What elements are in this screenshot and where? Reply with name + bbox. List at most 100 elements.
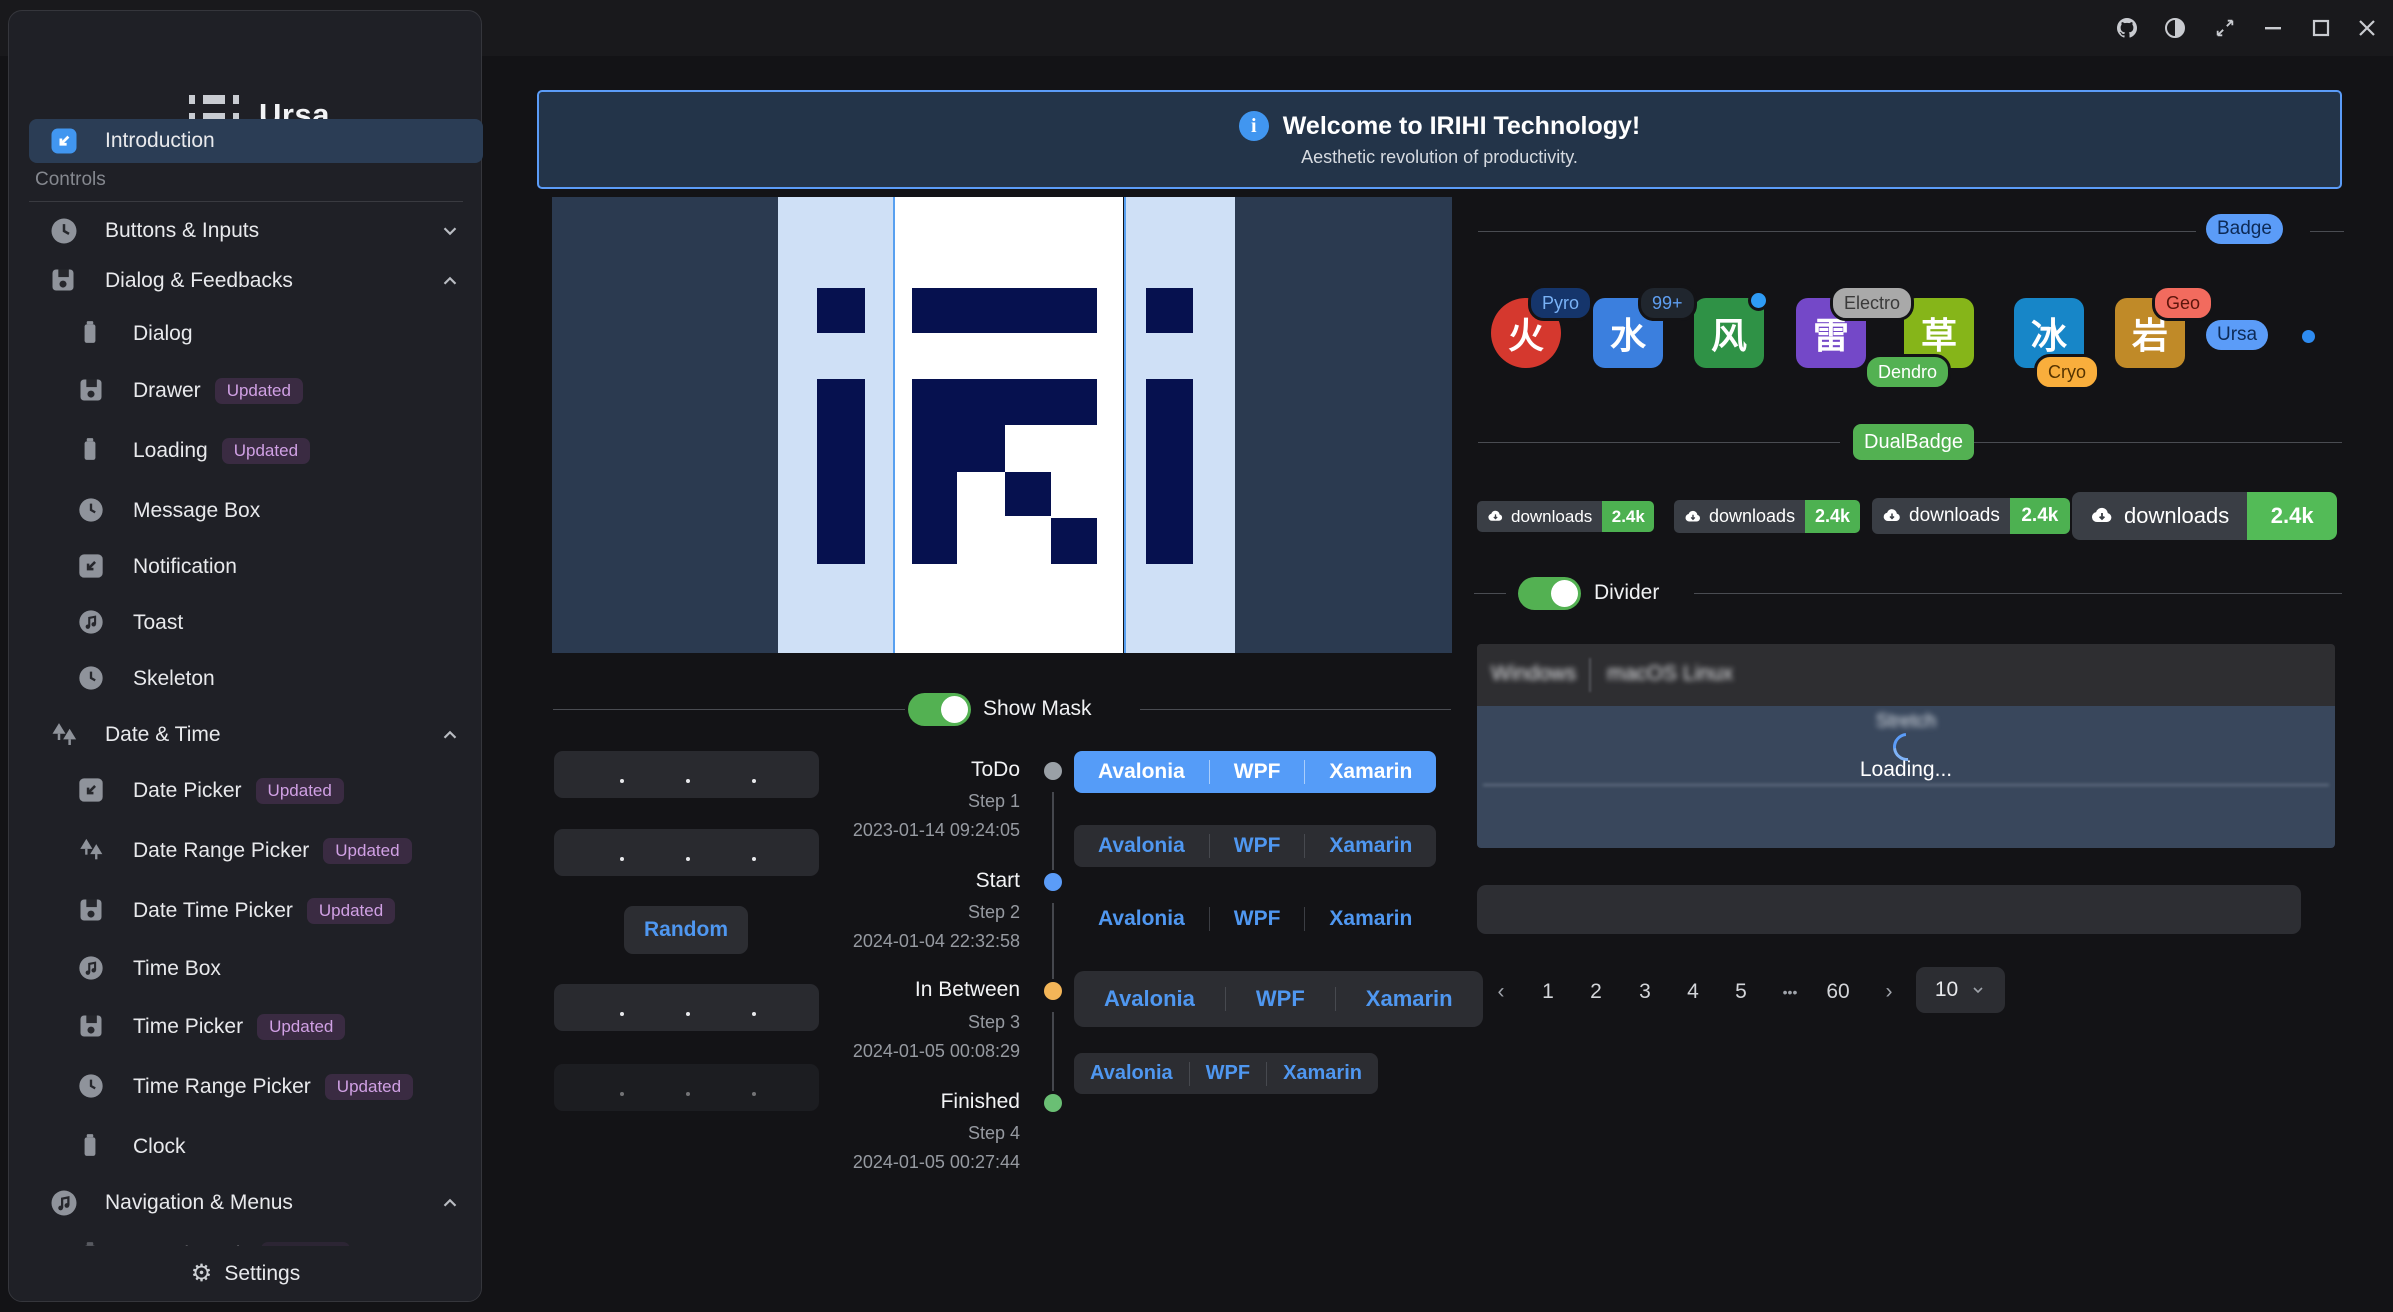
count-badge: 99+ <box>1638 285 1697 321</box>
button-group-borderless: Avalonia WPF Xamarin <box>1074 899 1436 939</box>
floppy-icon <box>77 896 107 926</box>
sidebar-group-dialog-feedbacks[interactable]: Dialog & Feedbacks <box>29 259 483 303</box>
wpf-button[interactable]: WPF <box>1210 760 1305 784</box>
stretch-label: Stretch <box>1477 711 2335 733</box>
tab-windows[interactable]: Windows <box>1491 662 1576 686</box>
avalonia-button[interactable]: Avalonia <box>1074 986 1225 1012</box>
avalonia-button[interactable]: Avalonia <box>1074 834 1209 858</box>
pagination-page-3[interactable]: 3 <box>1631 974 1659 1010</box>
loading-panel: Windows macOS Linux Stretch Loading... <box>1477 644 2335 848</box>
timeline-dot-finished <box>1044 1094 1062 1112</box>
sidebar-item-message-box[interactable]: Message Box <box>29 489 511 533</box>
item-label: Time Box <box>133 957 221 981</box>
xamarin-button[interactable]: Xamarin <box>1267 1062 1378 1085</box>
avalonia-button[interactable]: Avalonia <box>1074 760 1209 784</box>
pagination-page-5[interactable]: 5 <box>1727 974 1755 1010</box>
irihi-logo-image <box>552 197 1452 653</box>
loading-label: Loading... <box>1477 758 2335 782</box>
item-label: Skeleton <box>133 667 215 691</box>
chevron-down-icon <box>1970 982 1986 998</box>
sidebar-group-date-time[interactable]: Date & Time <box>29 713 483 757</box>
theme-toggle-icon[interactable] <box>2160 13 2190 43</box>
clock-icon <box>77 664 107 694</box>
minimize-button[interactable] <box>2258 13 2288 43</box>
pagination-page-1[interactable]: 1 <box>1534 974 1562 1010</box>
downloads-badge-lg: downloads 2.4k <box>1872 498 2070 534</box>
lone-dot-badge <box>2302 330 2315 343</box>
pencil-square-icon <box>49 126 79 156</box>
page-size-select[interactable]: 10 <box>1916 967 2005 1013</box>
timeline-step: Step 4 <box>700 1123 1020 1144</box>
sidebar-item-loading[interactable]: Loading Updated <box>29 429 511 473</box>
sidebar-item-date-range-picker[interactable]: Date Range Picker Updated <box>29 829 511 873</box>
timeline-connector <box>1052 792 1054 870</box>
updated-badge: Updated <box>222 438 310 464</box>
sidebar-item-time-range-picker[interactable]: Time Range Picker Updated <box>29 1065 511 1109</box>
divider-line <box>1140 709 1451 710</box>
pagination-next-button[interactable]: › <box>1876 974 1902 1010</box>
github-icon[interactable] <box>2112 13 2142 43</box>
sidebar-item-notification[interactable]: Notification <box>29 545 511 589</box>
banner-subtitle: Aesthetic revolution of productivity. <box>1239 147 1640 168</box>
fullscreen-icon[interactable] <box>2210 13 2240 43</box>
divider-toggle[interactable] <box>1518 577 1581 610</box>
wpf-button[interactable]: WPF <box>1226 986 1335 1012</box>
pyro-badge: Pyro <box>1528 285 1593 321</box>
timeline-time: 2024-01-04 22:32:58 <box>700 931 1020 952</box>
xamarin-button[interactable]: Xamarin <box>1305 834 1436 858</box>
pagination-ellipsis[interactable]: ••• <box>1770 974 1810 1010</box>
avalonia-button[interactable]: Avalonia <box>1074 1062 1189 1085</box>
downloads-count: 2.4k <box>1602 501 1654 532</box>
electro-badge: Electro <box>1830 285 1914 321</box>
sidebar-group-buttons-inputs[interactable]: Buttons & Inputs <box>29 209 483 253</box>
xamarin-button[interactable]: Xamarin <box>1305 907 1436 931</box>
timeline-dot-start <box>1044 873 1062 891</box>
timeline-title: In Between <box>700 978 1020 1002</box>
text-input[interactable] <box>1477 885 2301 934</box>
sidebar-item-date-time-picker[interactable]: Date Time Picker Updated <box>29 889 511 933</box>
close-button[interactable] <box>2352 13 2382 43</box>
wpf-button[interactable]: WPF <box>1190 1062 1266 1085</box>
avalonia-button[interactable]: Avalonia <box>1074 907 1209 931</box>
sidebar-item-date-picker[interactable]: Date Picker Updated <box>29 769 511 813</box>
sidebar-item-introduction[interactable]: Introduction <box>29 119 483 163</box>
pagination-page-60[interactable]: 60 <box>1818 974 1858 1010</box>
sidebar-item-drawer[interactable]: Drawer Updated <box>29 369 511 413</box>
pagination-page-2[interactable]: 2 <box>1582 974 1610 1010</box>
show-mask-toggle[interactable] <box>908 693 971 726</box>
tab-separator <box>1589 658 1591 692</box>
loading-tab-bar: Windows macOS Linux <box>1477 644 2335 706</box>
battery-icon <box>77 319 107 349</box>
settings-button[interactable]: ⚙ Settings <box>10 1246 481 1301</box>
divider-line <box>1474 593 1506 594</box>
divider-line <box>2310 231 2344 232</box>
downloads-badge-md: downloads 2.4k <box>1674 500 1860 533</box>
item-label: Loading <box>133 439 208 463</box>
xamarin-button[interactable]: Xamarin <box>1336 986 1483 1012</box>
item-label: Date Time Picker <box>133 899 293 923</box>
maximize-button[interactable] <box>2306 13 2336 43</box>
section-label: Controls <box>35 169 106 191</box>
sidebar-item-time-box[interactable]: Time Box <box>29 947 511 991</box>
button-group-small: Avalonia WPF Xamarin <box>1074 1053 1378 1094</box>
pagination-page-4[interactable]: 4 <box>1679 974 1707 1010</box>
wpf-button[interactable]: WPF <box>1210 834 1305 858</box>
sidebar-item-time-picker[interactable]: Time Picker Updated <box>29 1005 511 1049</box>
timeline-dot-in-between <box>1044 982 1062 1000</box>
sidebar-item-dialog[interactable]: Dialog <box>29 312 511 356</box>
button-group-large: Avalonia WPF Xamarin <box>1074 971 1483 1027</box>
pagination-prev-button[interactable]: ‹ <box>1488 974 1514 1010</box>
wpf-button[interactable]: WPF <box>1210 907 1305 931</box>
button-group-gray: Avalonia WPF Xamarin <box>1074 825 1436 867</box>
sidebar-divider <box>29 201 463 202</box>
sidebar-group-navigation-menus[interactable]: Navigation & Menus <box>29 1181 483 1225</box>
sidebar-item-skeleton[interactable]: Skeleton <box>29 657 511 701</box>
sidebar-item-toast[interactable]: Toast <box>29 601 511 645</box>
updated-badge: Updated <box>325 1074 413 1100</box>
sidebar-item-clock[interactable]: Clock <box>29 1125 511 1169</box>
item-label: Toast <box>133 611 183 635</box>
badge-section-label: Badge <box>2206 214 2283 244</box>
divider-label: Divider <box>1594 581 1659 605</box>
tab-macos-linux[interactable]: macOS Linux <box>1607 662 1733 686</box>
xamarin-button[interactable]: Xamarin <box>1305 760 1436 784</box>
